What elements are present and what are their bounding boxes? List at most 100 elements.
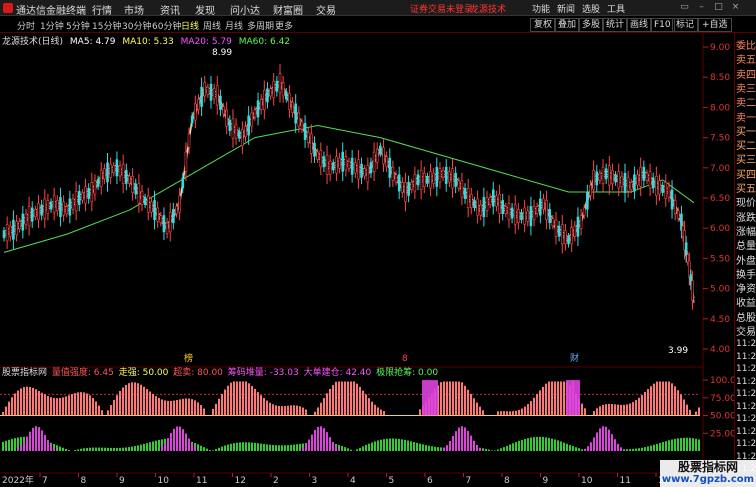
chip-bar [419,443,421,451]
price-chart[interactable]: 9.00 8.50 8.00 7.50 7.00 6.50 6.00 5.50 5.00 4.50… [0,33,734,487]
side-label: 收益 [736,298,756,310]
indicator-name[interactable]: 股票指标网 [2,368,47,378]
big-order-bar [452,435,454,451]
period-monthly[interactable]: 月线 [225,19,243,32]
period-more[interactable]: 更多 [275,19,293,32]
period-multi[interactable]: 多周期 [247,19,274,32]
candle-body [275,80,279,92]
menu-item-trade[interactable]: 交易 [316,2,336,17]
close-icon[interactable]: × [731,3,740,12]
big-order-bar [47,440,49,451]
minimize-icon[interactable]: – [697,3,706,12]
strength-bar [236,381,238,416]
chip-bar [272,444,274,451]
big-order-bar [179,426,181,451]
period-1min[interactable]: 1分钟 [40,19,64,32]
strength-bar [140,384,142,416]
brand-link[interactable]: 龙源技术 [470,2,506,15]
big-order-bar [326,432,328,451]
candle-body [495,195,498,207]
candle-body [620,175,624,187]
period-15min[interactable]: 15分钟 [92,19,121,32]
candle-body [203,82,207,97]
stock-name[interactable]: 龙源技术(日线) [2,37,63,47]
login-status[interactable]: 证券交易未登录 [410,2,473,15]
period-timeshare[interactable]: 分时 [17,19,35,32]
menu-item-news[interactable]: 资讯 [160,2,180,17]
candle-body [639,166,642,187]
multi-stock-button[interactable]: 多股 [578,18,605,32]
price-tick-label: 7.50 [710,134,730,144]
chip-bar [68,449,70,451]
mark-button[interactable]: 标记 [672,18,699,32]
high-price-label: 8.99 [212,48,232,58]
strength-bar [656,381,658,416]
strength-bar [251,385,253,416]
menu-item-wealth[interactable]: 财富圈 [273,2,303,17]
adjust-button[interactable]: 复权 [530,18,557,32]
strength-bar [269,402,271,416]
chip-bar [416,442,418,451]
chip-bar [512,443,514,451]
strength-bar [116,395,118,416]
restore-icon[interactable]: ▭ [680,3,689,12]
candle-body [347,160,351,169]
candle-body [432,172,435,184]
strength-bar [644,392,646,416]
candle-body [297,112,301,127]
menu-item-exchange[interactable]: 市场 [124,2,144,17]
chip-bar [530,437,532,451]
period-5min[interactable]: 5分钟 [66,19,90,32]
period-60min[interactable]: 60分钟 [152,19,181,32]
indicator-chip-volume: 筹码堆量: -33.03 [227,368,299,378]
tool-select-stock[interactable]: 选股 [582,2,600,15]
watermark-url: www.7gpzb.com [661,474,755,485]
chip-bar [434,446,436,451]
big-order-bar [617,443,619,451]
strength-bar [47,395,49,416]
event-marker[interactable]: 8 [402,354,408,364]
period-daily[interactable]: 日线 [181,19,199,32]
add-watchlist-button[interactable]: +自选 [698,18,732,32]
big-order-bar [338,448,340,451]
candle-body [115,159,119,177]
menu-item-discover[interactable]: 发现 [195,2,215,17]
menu-item-ask[interactable]: 问小达 [230,2,260,17]
statistics-button[interactable]: 统计 [602,18,629,32]
side-label: 总量 [736,241,756,253]
strength-bar [221,393,223,416]
tool-tools[interactable]: 工具 [607,2,625,15]
strength-bar [179,399,181,416]
strength-bar [509,411,511,416]
candle-body [586,192,589,210]
big-order-bar [602,426,604,451]
big-order-bar [53,447,55,451]
big-order-bar [611,434,613,451]
big-order-bar [26,436,28,451]
chip-bar [572,446,574,451]
ranking-marker[interactable]: 榜 [184,352,193,364]
period-weekly[interactable]: 周线 [203,19,221,32]
strength-bar [677,390,679,416]
candle-body [416,174,420,186]
strength-bar [50,397,52,416]
chip-bar [389,438,391,451]
big-order-bar [164,442,166,451]
menu-item-market[interactable]: 行情 [92,2,112,17]
overlay-button[interactable]: 叠加 [554,18,581,32]
draw-line-button[interactable]: 画线 [626,18,653,32]
strength-bar [74,393,76,416]
tool-function[interactable]: 功能 [532,2,550,15]
candle-body [37,203,40,221]
strength-bar [53,397,55,416]
strength-bar [671,383,673,416]
period-30min[interactable]: 30分钟 [122,19,151,32]
candle-body [200,86,203,107]
trade-time: 11:2 [736,389,756,399]
tool-news[interactable]: 新闻 [557,2,575,15]
candle-body [642,166,646,181]
maximize-icon[interactable]: □ [714,3,723,12]
f10-button[interactable]: F10 [650,18,675,32]
finance-marker[interactable]: 财 [570,352,579,364]
chip-bar [248,442,250,451]
